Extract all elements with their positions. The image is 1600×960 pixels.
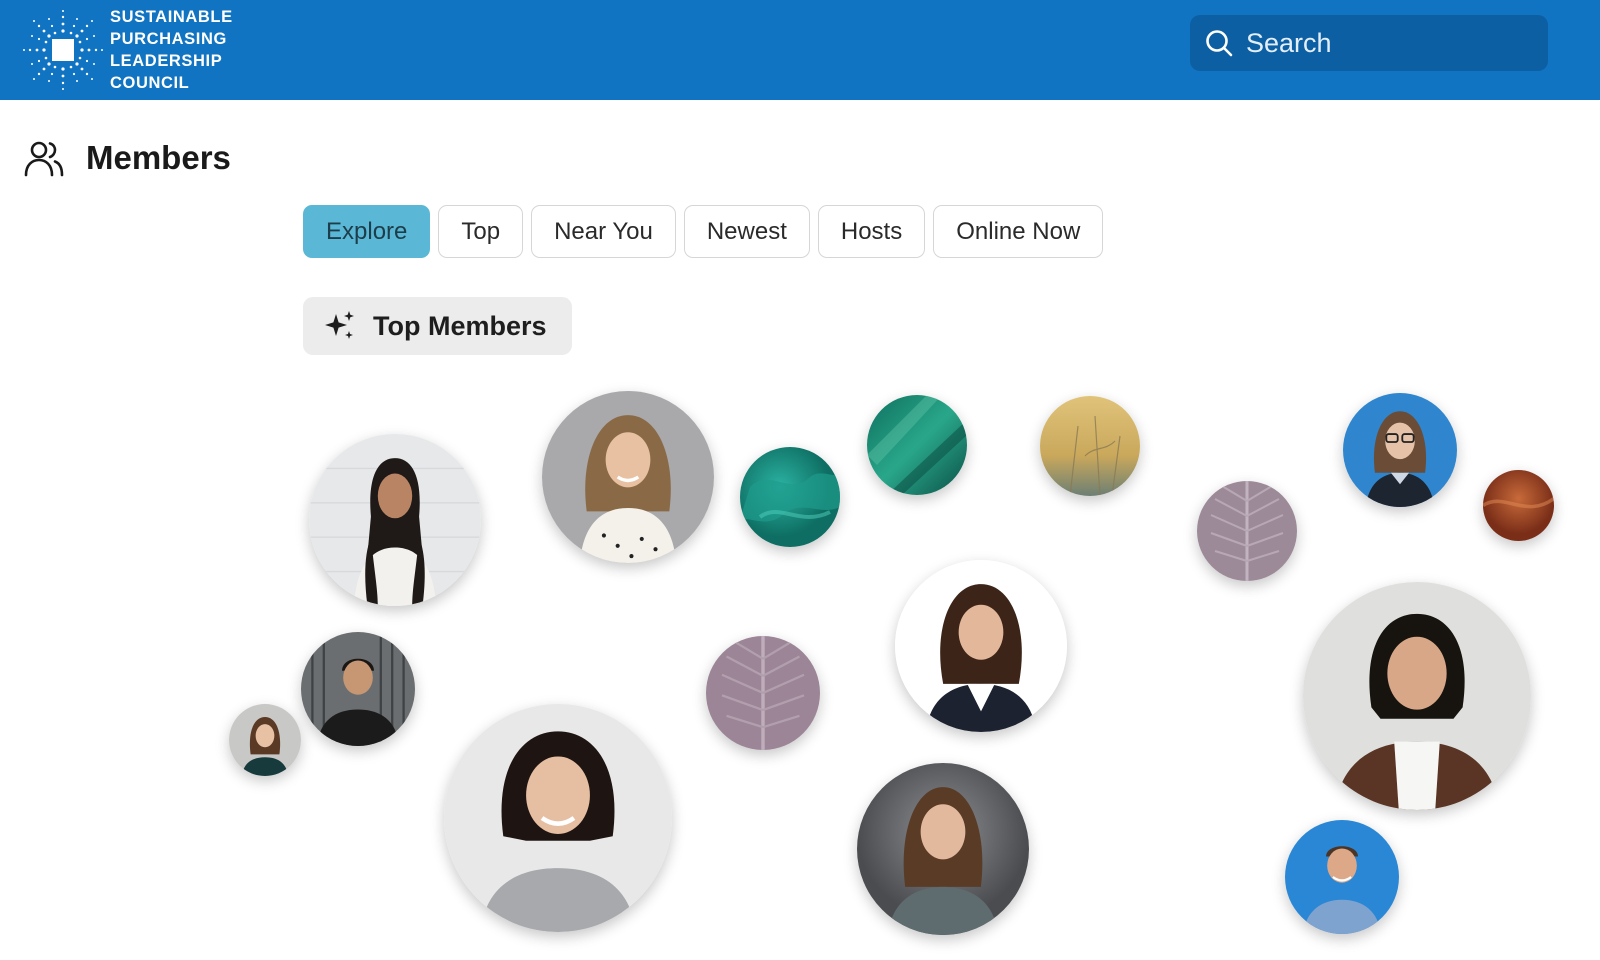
member-photo [301, 632, 415, 746]
member-avatar[interactable] [740, 447, 840, 547]
member-photo [309, 434, 481, 606]
tab-online-now[interactable]: Online Now [933, 205, 1104, 258]
member-photo [1483, 470, 1554, 541]
tab-hosts[interactable]: Hosts [817, 205, 926, 258]
member-avatar[interactable] [309, 434, 481, 606]
member-avatar[interactable] [1343, 393, 1457, 507]
member-photo [740, 447, 840, 547]
tab-top[interactable]: Top [438, 205, 524, 258]
member-photo [444, 704, 672, 932]
member-photo [1040, 396, 1140, 496]
member-avatar[interactable] [1197, 481, 1297, 581]
section-title: Top Members [373, 310, 547, 341]
member-photo [542, 391, 714, 563]
spl-council-logo[interactable]: SUSTAINABLE PURCHASING LEADERSHIP COUNCI… [22, 8, 233, 92]
search-input[interactable] [1246, 27, 1536, 59]
member-avatar[interactable] [542, 391, 714, 563]
member-photo [1303, 582, 1531, 810]
member-photo [857, 763, 1029, 935]
tab-explore[interactable]: Explore [303, 205, 431, 258]
member-avatar[interactable] [895, 560, 1067, 732]
logo-line: PURCHASING [110, 30, 227, 48]
page-heading: Members [24, 138, 231, 178]
member-photo [1343, 393, 1457, 507]
top-members-label: Top Members [303, 297, 572, 355]
member-photo [229, 704, 301, 776]
member-avatar[interactable] [1483, 470, 1554, 541]
member-avatar[interactable] [444, 704, 672, 932]
member-avatar[interactable] [229, 704, 301, 776]
search-box[interactable] [1190, 15, 1548, 71]
member-avatar[interactable] [706, 636, 820, 750]
member-photo [1197, 481, 1297, 581]
logo-line: COUNCIL [110, 74, 190, 92]
tab-near-you[interactable]: Near You [531, 205, 676, 258]
member-avatar[interactable] [857, 763, 1029, 935]
member-photo [867, 395, 967, 495]
member-photo [895, 560, 1067, 732]
member-avatar[interactable] [1040, 396, 1140, 496]
member-avatar[interactable] [1285, 820, 1399, 934]
page-title: Members [86, 139, 231, 176]
users-icon [24, 141, 64, 177]
logo-line: SUSTAINABLE [110, 8, 233, 26]
member-photo [1285, 820, 1399, 934]
member-filter-tabs: Explore Top Near You Newest Hosts Online… [303, 205, 1104, 258]
member-avatar[interactable] [301, 632, 415, 746]
sparkles-icon [325, 311, 354, 339]
member-avatar[interactable] [867, 395, 967, 495]
member-photo [706, 636, 820, 750]
logo-wordmark: SUSTAINABLE PURCHASING LEADERSHIP COUNCI… [110, 6, 233, 94]
member-avatar[interactable] [1303, 582, 1531, 810]
search-icon [1206, 30, 1233, 57]
logo-line: LEADERSHIP [110, 52, 223, 70]
tab-newest[interactable]: Newest [683, 205, 810, 258]
starburst-logo-icon [23, 10, 103, 90]
top-header: SUSTAINABLE PURCHASING LEADERSHIP COUNCI… [0, 0, 1600, 100]
